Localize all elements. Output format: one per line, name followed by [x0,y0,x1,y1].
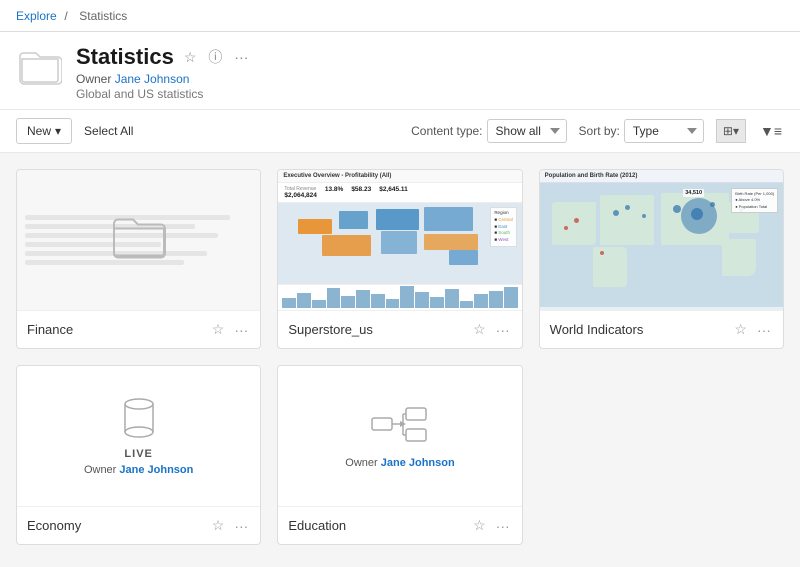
new-dropdown-icon: ▾ [55,124,61,138]
card-thumbnail-world: Population and Birth Rate (2012) [540,170,783,310]
content-area: Finance ☆ ··· Executive Overview - Profi… [0,153,800,567]
world-map-area: Birth Rate (Per 1,000) ● Above 4.0% ● Po… [540,183,783,307]
top-bar: Explore / Statistics [0,0,800,32]
owner-line: Owner Jane Johnson [76,72,784,86]
select-all-button[interactable]: Select All [84,124,133,138]
sort-by-select[interactable]: Type [624,119,704,143]
page-header: Statistics ☆ ⓘ ··· Owner Jane Johnson Gl… [0,32,800,110]
sort-by-label: Sort by: [579,124,620,138]
breadcrumb-separator: / [64,9,67,23]
more-finance-button[interactable]: ··· [232,320,250,340]
favorite-button[interactable]: ☆ [182,47,199,68]
favorite-superstore-button[interactable]: ☆ [471,319,488,340]
more-options-button[interactable]: ··· [232,47,250,67]
card-footer-superstore: Superstore_us ☆ ··· [278,310,521,348]
card-thumbnail-superstore: Executive Overview - Profitability (All)… [278,170,521,310]
more-education-button[interactable]: ··· [494,516,512,536]
new-button-label: New [27,124,51,138]
content-type-label: Content type: [411,124,482,138]
folder-thumb-icon [111,216,167,262]
big-dot-label: 34,510 [683,189,704,197]
education-owner-link[interactable]: Jane Johnson [381,457,455,469]
grid-view-button[interactable]: ⊞ ▾ [716,119,746,143]
content-type-filter: Content type: Show all [411,119,566,143]
grid-dropdown-icon: ▾ [733,124,739,138]
card-superstore[interactable]: Executive Overview - Profitability (All)… [277,169,522,349]
card-thumbnail-finance [17,170,260,310]
card-finance[interactable]: Finance ☆ ··· [16,169,261,349]
economy-owner-link[interactable]: Jane Johnson [119,464,193,476]
toolbar-right: Content type: Show all Sort by: Type ⊞ ▾… [411,119,784,143]
breadcrumb-current: Statistics [79,9,127,23]
card-actions-economy: ☆ ··· [210,515,251,536]
card-footer-world: World Indicators ☆ ··· [540,310,783,348]
filter-button[interactable]: ▼≡ [758,121,784,141]
us-map-area: Region■ Central■ East■ South■ West [278,203,521,284]
favorite-finance-button[interactable]: ☆ [210,319,227,340]
card-actions-world: ☆ ··· [732,319,773,340]
header-info: Statistics ☆ ⓘ ··· Owner Jane Johnson Gl… [76,44,784,101]
content-type-select[interactable]: Show all [487,119,567,143]
card-actions-education: ☆ ··· [471,515,512,536]
education-owner: Owner Jane Johnson [345,457,454,469]
favorite-economy-button[interactable]: ☆ [210,515,227,536]
toolbar: New ▾ Select All Content type: Show all … [0,110,800,153]
card-footer-economy: Economy ☆ ··· [17,506,260,544]
world-legend: Birth Rate (Per 1,000) ● Above 4.0% ● Po… [731,188,778,213]
chart-title-world: Population and Birth Rate (2012) [540,170,783,183]
owner-link[interactable]: Jane Johnson [115,72,190,86]
info-button[interactable]: ⓘ [206,45,224,69]
header-subtitle: Global and US statistics [76,87,784,101]
map-legend: Region■ Central■ East■ South■ West [490,207,516,247]
breadcrumb: Explore / Statistics [16,8,131,23]
live-icon: LIVE [121,396,157,460]
live-badge: LIVE [124,448,152,460]
card-actions-superstore: ☆ ··· [471,319,512,340]
items-grid: Finance ☆ ··· Executive Overview - Profi… [16,169,784,545]
card-footer-education: Education ☆ ··· [278,506,521,544]
card-education[interactable]: Owner Jane Johnson Education ☆ ··· [277,365,522,545]
card-name-education: Education [288,518,471,533]
economy-owner: Owner Jane Johnson [84,464,193,476]
card-world-indicators[interactable]: Population and Birth Rate (2012) [539,169,784,349]
flow-icon [370,403,430,453]
card-footer-finance: Finance ☆ ··· [17,310,260,348]
grid-icon: ⊞ [723,124,733,138]
more-superstore-button[interactable]: ··· [494,320,512,340]
card-name-economy: Economy [27,518,210,533]
card-thumbnail-economy: LIVE Owner Jane Johnson [17,366,260,506]
chart-title-superstore: Executive Overview - Profitability (All) [278,170,521,183]
more-economy-button[interactable]: ··· [232,516,250,536]
card-name-world: World Indicators [550,322,733,337]
flow-svg [370,403,430,453]
breadcrumb-explore[interactable]: Explore [16,9,57,23]
favorite-world-button[interactable]: ☆ [732,319,749,340]
filter-icon: ▼≡ [760,123,782,139]
card-name-superstore: Superstore_us [288,322,471,337]
card-actions-finance: ☆ ··· [210,319,251,340]
favorite-education-button[interactable]: ☆ [471,515,488,536]
folder-icon-large [16,48,64,88]
card-name-finance: Finance [27,322,210,337]
sort-by-filter: Sort by: Type [579,119,704,143]
more-world-button[interactable]: ··· [755,320,773,340]
owner-label: Owner [76,72,115,86]
card-thumbnail-education: Owner Jane Johnson [278,366,521,506]
page-title: Statistics [76,44,174,70]
new-button[interactable]: New ▾ [16,118,72,144]
view-controls: ⊞ ▾ [716,119,746,143]
cylinder-svg [121,396,157,440]
card-economy[interactable]: LIVE Owner Jane Johnson Economy ☆ ··· [16,365,261,545]
title-row: Statistics ☆ ⓘ ··· [76,44,784,70]
bar-chart-area [278,284,521,310]
